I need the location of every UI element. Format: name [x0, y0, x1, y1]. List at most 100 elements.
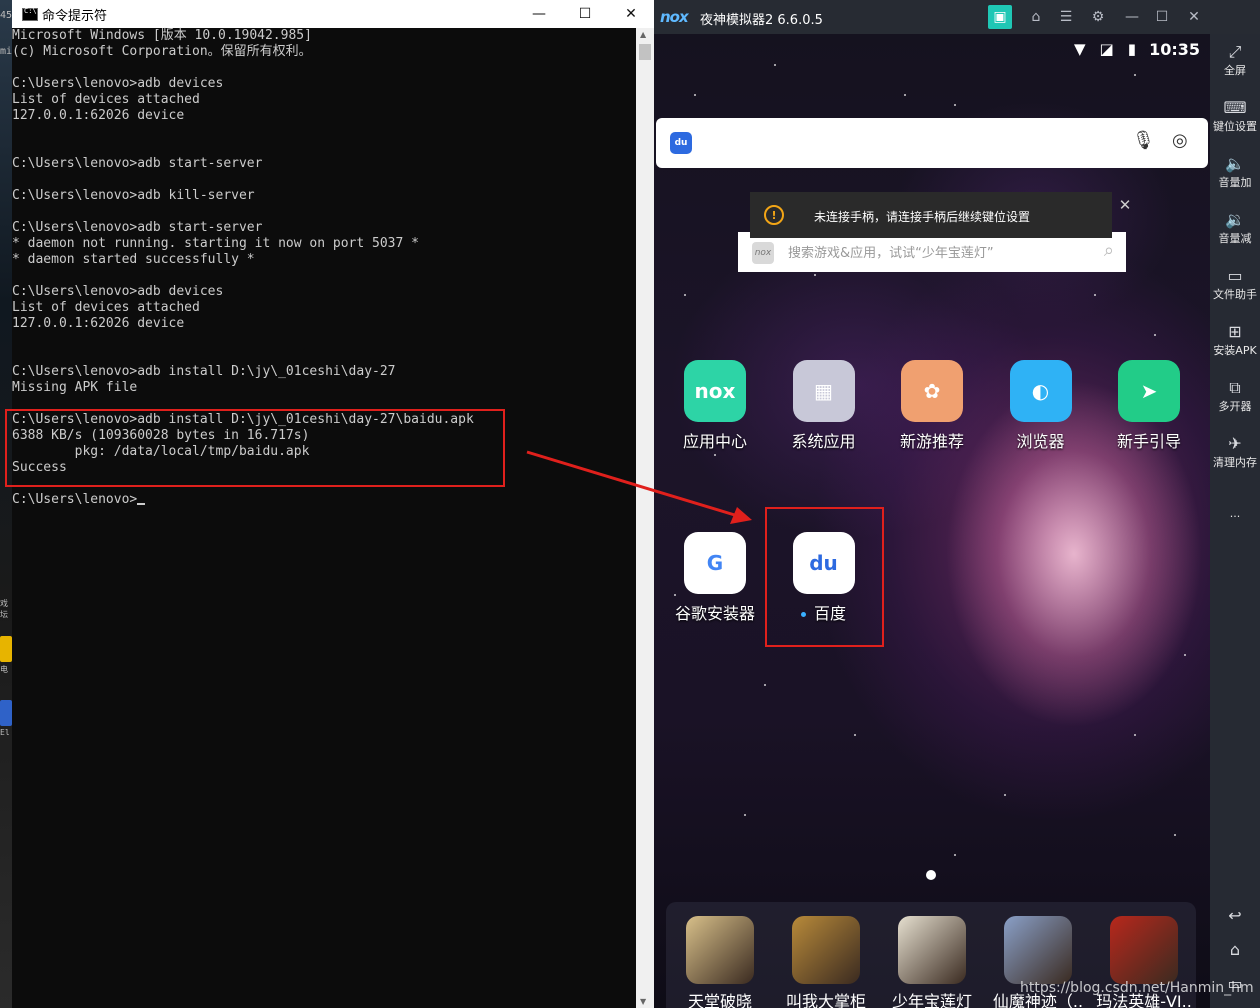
sidebar-multi-instance[interactable]: ⧉ 多开器 [1210, 378, 1260, 414]
star-decoration [1184, 654, 1186, 656]
nox-titlebar[interactable]: nox 夜神模拟器2 6.6.0.5 ▣ ⌂ ☰ ⚙ — ☐ ✕ [654, 0, 1260, 34]
nav-home: ⌂ [1229, 940, 1241, 959]
close-icon[interactable]: ✕ [1182, 5, 1206, 29]
bag-icon[interactable]: ▣ [988, 5, 1012, 29]
terminal-line: C:\Users\lenovo> [12, 492, 636, 508]
terminal-line: C:\Users\lenovo>adb kill-server [12, 188, 255, 203]
beginner-guide[interactable]: ➤ 新手引导 [1099, 360, 1199, 452]
maximize-button[interactable]: ☐ [562, 0, 608, 28]
watermark: https://blog.csdn.net/Hanmin_hm [1020, 980, 1254, 996]
back-icon[interactable]: ↩ [1210, 906, 1260, 926]
dock-game[interactable]: 天堂破晓 [666, 916, 774, 1008]
app-center[interactable]: nox 应用中心 [665, 360, 765, 452]
terminal-output[interactable]: Microsoft Windows [版本 10.0.19042.985] (c)… [12, 28, 636, 1008]
sidebar-volume-up[interactable]: 🔈 音量加 [1210, 154, 1260, 190]
desktop-app-icon[interactable] [0, 636, 12, 662]
android-home-screen: ▼ ◪ ▮ 10:35 du 🎙 ◎ nox 搜索游戏&应用，试试“少年宝莲灯”… [654, 34, 1210, 1008]
cmd-titlebar[interactable]: 命令提示符 — ☐ ✕ [12, 0, 654, 28]
baidu-paw-icon: du [670, 132, 692, 154]
terminal-line: C:\Users\lenovo>adb devices [12, 284, 224, 299]
close-button[interactable]: ✕ [608, 0, 654, 28]
info-icon: ! [764, 205, 784, 225]
game-icon [898, 916, 966, 984]
minimize-icon[interactable]: — [1120, 5, 1144, 29]
shirt-icon[interactable]: ⌂ [1024, 5, 1048, 29]
star-decoration [1134, 74, 1136, 76]
sidebar-label: 音量加 [1218, 176, 1252, 189]
toast-notification: ! 未连接手柄，请连接手柄后继续键位设置 [750, 192, 1112, 238]
star-decoration [854, 734, 856, 736]
clock: 10:35 [1149, 40, 1200, 59]
nav-back: ↩ [1228, 906, 1242, 925]
search-icon[interactable]: ⌕ [1104, 240, 1114, 261]
volume-down-icon: 🔉 [1225, 210, 1245, 229]
terminal-line: (c) Microsoft Corporation。保留所有权利。 [12, 44, 312, 59]
sidebar-label: 文件助手 [1213, 288, 1257, 301]
game-label: 少年宝莲灯 [891, 992, 972, 1008]
terminal-line: Missing APK file [12, 380, 138, 395]
desktop-text-top: 45 [0, 10, 13, 21]
sidebar-label: 安装APK [1213, 344, 1257, 357]
sidebar-label: 多开器 [1218, 400, 1252, 413]
app-label-text: 新手引导 [1116, 432, 1181, 451]
toast-close-icon[interactable]: ✕ [1114, 194, 1136, 216]
home-icon[interactable]: ⌂ [1210, 940, 1260, 960]
game-icon [1110, 916, 1178, 984]
browser[interactable]: ◐ 浏览器 [991, 360, 1091, 452]
sidebar-install-apk[interactable]: ⊞ 安装APK [1210, 322, 1260, 358]
sidebar-keymap[interactable]: ⌨ 键位设置 [1210, 98, 1260, 134]
no-sim-icon: ◪ [1099, 40, 1114, 58]
star-decoration [814, 274, 816, 276]
terminal-line: Microsoft Windows [版本 10.0.19042.985] [12, 28, 312, 43]
baidu-search-bar[interactable]: du 🎙 ◎ [656, 118, 1208, 168]
file-assistant-icon: ▭ [1227, 266, 1243, 285]
app-google-installer[interactable]: G 谷歌安装器 [665, 532, 765, 624]
gear-icon[interactable]: ⚙ [1086, 5, 1110, 29]
browser-label: 浏览器 [991, 428, 1091, 452]
star-decoration [954, 854, 956, 856]
cmd-app-icon [22, 7, 38, 21]
scrollbar-thumb[interactable] [639, 44, 651, 60]
scroll-down-icon[interactable]: ▼ [640, 997, 646, 1006]
desktop-app-icon[interactable] [0, 700, 12, 726]
star-decoration [1134, 734, 1136, 736]
menu-icon[interactable]: ☰ [1054, 5, 1078, 29]
star-decoration [1004, 794, 1006, 796]
cmd-scrollbar[interactable]: ▲ ▼ [636, 28, 654, 1008]
scroll-up-icon[interactable]: ▲ [640, 30, 646, 39]
star-decoration [714, 454, 716, 456]
app-store-search-bar[interactable]: nox 搜索游戏&应用，试试“少年宝莲灯” ⌕ [738, 232, 1126, 272]
sidebar-more[interactable]: ··· [1210, 490, 1260, 523]
minimize-button[interactable]: — [516, 0, 562, 28]
app-label-text: 谷歌安装器 [674, 604, 755, 623]
microphone-icon[interactable]: 🎙 [1132, 130, 1155, 151]
maximize-icon[interactable]: ☐ [1150, 5, 1174, 29]
new-games[interactable]: ✿ 新游推荐 [882, 360, 982, 452]
dock-game[interactable]: 叫我大掌柜 [772, 916, 880, 1008]
sidebar-clean-memory[interactable]: ✈ 清理内存 [1210, 434, 1260, 470]
status-icons: ▼ ◪ ▮ [1074, 40, 1136, 58]
camera-icon[interactable]: ◎ [1172, 130, 1188, 151]
sidebar-volume-down[interactable]: 🔉 音量减 [1210, 210, 1260, 246]
sidebar-label: 全屏 [1224, 64, 1246, 77]
beginner-guide-label: 新手引导 [1099, 428, 1199, 452]
terminal-line: List of devices attached [12, 300, 200, 315]
app-google-installer-label: 谷歌安装器 [665, 600, 765, 624]
search-placeholder: 搜索游戏&应用，试试“少年宝莲灯” [788, 246, 994, 261]
sidebar-fullscreen[interactable]: ⤢ 全屏 [1210, 42, 1260, 78]
app-label-text: 新游推荐 [899, 432, 964, 451]
game-label: 天堂破晓 [687, 992, 752, 1008]
game-icon [1004, 916, 1072, 984]
sidebar-label: 键位设置 [1213, 120, 1257, 133]
system-apps[interactable]: ▦ 系统应用 [774, 360, 874, 452]
terminal-line: List of devices attached [12, 92, 200, 107]
dock-game[interactable]: 少年宝莲灯 [878, 916, 986, 1008]
desktop-text-lower: 戏坛 [0, 599, 8, 619]
cmd-window: 命令提示符 — ☐ ✕ Microsoft Windows [版本 10.0.1… [12, 0, 654, 1008]
sidebar-file-assistant[interactable]: ▭ 文件助手 [1210, 266, 1260, 302]
terminal-line: C:\Users\lenovo>adb devices [12, 76, 224, 91]
